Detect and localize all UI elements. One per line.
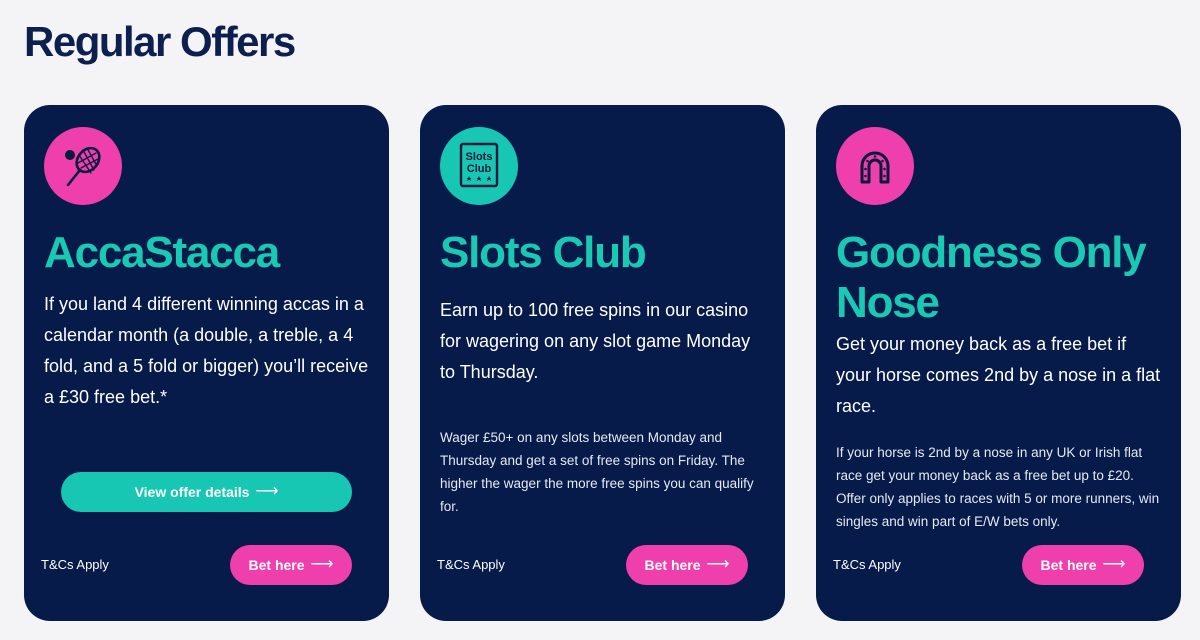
button-label: Bet here (1040, 557, 1097, 573)
page-title: Regular Offers (24, 18, 296, 65)
arrow-right-icon: ⟶ (1102, 556, 1126, 573)
card-terms-summary: Wager £50+ on any slots between Monday a… (440, 430, 754, 514)
offer-card-slots-club: Slots Club Slots Club Earn up to 100 fre… (420, 105, 785, 621)
card-description: If you land 4 different winning accas in… (44, 294, 369, 407)
club-icon-label: Club (467, 163, 492, 175)
tcs-link[interactable]: T&Cs Apply (437, 557, 505, 572)
card-title: AccaStacca (44, 228, 280, 277)
card-title: Goodness Only Nose (836, 228, 1147, 327)
arrow-right-icon: ⟶ (310, 556, 334, 573)
card-terms-summary: If your horse is 2nd by a nose in any UK… (836, 445, 1160, 529)
button-label: Bet here (644, 557, 701, 573)
card-description: Earn up to 100 free spins in our casino … (440, 300, 751, 382)
offer-card-goodness-only-nose: Goodness Only Nose Get your money back a… (816, 105, 1181, 621)
tcs-link[interactable]: T&Cs Apply (41, 557, 109, 572)
bet-here-button[interactable]: Bet here ⟶ (230, 545, 352, 585)
view-offer-details-button[interactable]: View offer details ⟶ (61, 472, 352, 512)
slots-icon-label: Slots (466, 151, 493, 163)
tennis-racket-icon (44, 127, 122, 205)
bet-here-button[interactable]: Bet here ⟶ (1022, 545, 1144, 585)
arrow-right-icon: ⟶ (706, 556, 730, 573)
card-title: Slots Club (440, 228, 647, 277)
bet-here-button[interactable]: Bet here ⟶ (626, 545, 748, 585)
tcs-link[interactable]: T&Cs Apply (833, 557, 901, 572)
offers-page: Regular Offers AccaStacca If you land 4 … (0, 0, 1200, 640)
card-description: Get your money back as a free bet if you… (836, 334, 1161, 416)
horseshoe-icon (836, 127, 914, 205)
button-label: Bet here (248, 557, 305, 573)
slots-club-icon: Slots Club (440, 127, 518, 205)
button-label: View offer details (134, 484, 250, 500)
offer-card-accastacca: AccaStacca If you land 4 different winni… (24, 105, 389, 621)
arrow-right-icon: ⟶ (255, 483, 279, 500)
